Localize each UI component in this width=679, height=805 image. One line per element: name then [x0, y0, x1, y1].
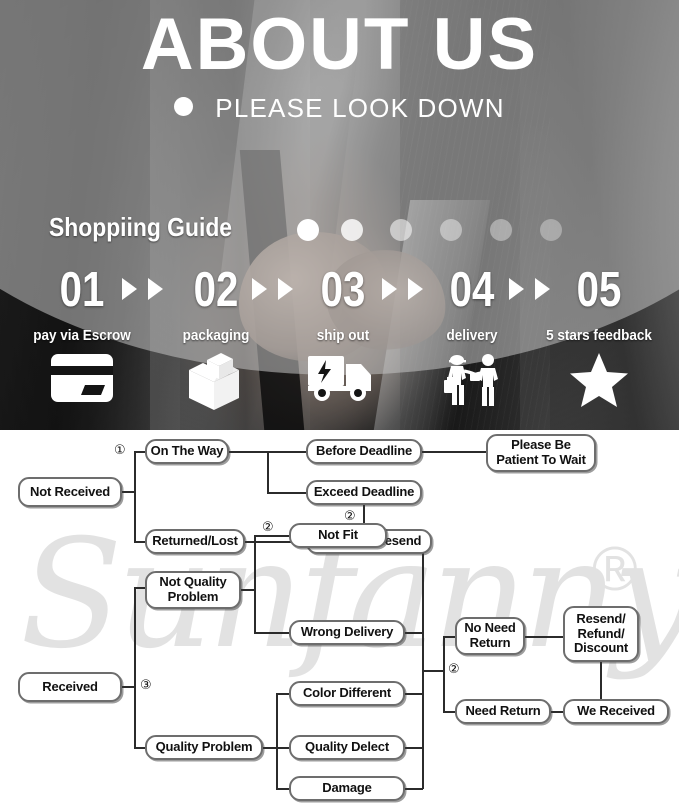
guide-dots-row — [297, 219, 567, 243]
about-us-page: ABOUT US PLEASE LOOK DOWN Shoppiing Guid… — [0, 0, 679, 805]
marker-3: ③ — [140, 678, 152, 693]
hero-banner: ABOUT US PLEASE LOOK DOWN Shoppiing Guid… — [0, 0, 679, 430]
dot-3-icon — [390, 219, 412, 241]
step-label-packaging: packaging — [182, 327, 250, 344]
node-we-received[interactable]: We Received — [563, 699, 669, 724]
node-no-need-return[interactable]: No Need Return — [455, 617, 525, 655]
node-not-fit[interactable]: Not Fit — [289, 523, 387, 548]
step-number-04: 04 — [449, 263, 495, 317]
double-arrow-icon-4 — [509, 278, 571, 302]
node-received[interactable]: Received — [18, 672, 122, 702]
hero-subtitle-row: PLEASE LOOK DOWN — [0, 93, 679, 124]
double-arrow-icon-2 — [252, 278, 314, 302]
double-arrow-icon-3 — [382, 278, 444, 302]
double-arrow-icon-1 — [122, 278, 184, 302]
node-damage[interactable]: Damage — [289, 776, 405, 801]
node-not-received[interactable]: Not Received — [18, 477, 122, 507]
dot-icon — [174, 97, 194, 116]
hero-subtitle: PLEASE LOOK DOWN — [215, 93, 505, 123]
step-label-ship-out: ship out — [316, 327, 370, 344]
dot-4-icon — [440, 219, 462, 241]
step-numbers-row: 01 02 03 04 05 — [0, 262, 679, 322]
step-label-delivery: delivery — [446, 327, 498, 344]
shopping-guide-heading: Shoppiing Guide — [49, 212, 233, 242]
dot-5-icon — [490, 219, 512, 241]
step-number-02: 02 — [193, 263, 239, 317]
node-wrong-delivery[interactable]: Wrong Delivery — [289, 620, 405, 645]
node-color-different[interactable]: Color Different — [289, 681, 405, 706]
marker-2-return-branch: ② — [448, 662, 460, 677]
node-quality-delect[interactable]: Quality Delect — [289, 735, 405, 760]
star-icon — [524, 352, 674, 414]
marker-1: ① — [114, 443, 126, 458]
step-label-pay-via-escrow: pay via Escrow — [33, 327, 131, 344]
marker-2-exceed: ② — [344, 509, 356, 524]
credit-card-icon — [7, 352, 157, 414]
step-number-05: 05 — [576, 263, 622, 317]
page-title: ABOUT US — [140, 4, 539, 85]
node-exceed-deadline[interactable]: Exceed Deadline — [306, 480, 422, 505]
node-resend-refund-discount[interactable]: Resend/ Refund/ Discount — [563, 606, 639, 662]
dot-1-icon — [297, 219, 319, 241]
node-quality-problem[interactable]: Quality Problem — [145, 735, 263, 760]
node-need-return[interactable]: Need Return — [455, 699, 551, 724]
dot-2-icon — [341, 219, 363, 241]
node-on-the-way[interactable]: On The Way — [145, 439, 229, 464]
marker-2-returned-lost: ② — [262, 520, 274, 535]
delivery-truck-icon — [268, 352, 418, 414]
step-number-01: 01 — [59, 263, 105, 317]
registered-mark-icon: ® — [592, 535, 638, 604]
node-returned-lost[interactable]: Returned/Lost — [145, 529, 245, 554]
step-label-5-stars-feedback: 5 stars feedback — [546, 327, 652, 344]
step-number-03: 03 — [320, 263, 366, 317]
dot-6-icon — [540, 219, 562, 241]
after-sale-flowchart: Sunfanny ® Not Received ① On The Way Ret… — [0, 430, 679, 805]
node-please-be-patient-to-wait[interactable]: Please Be Patient To Wait — [486, 434, 596, 472]
node-before-deadline[interactable]: Before Deadline — [306, 439, 422, 464]
node-not-quality-problem[interactable]: Not Quality Problem — [145, 571, 241, 609]
